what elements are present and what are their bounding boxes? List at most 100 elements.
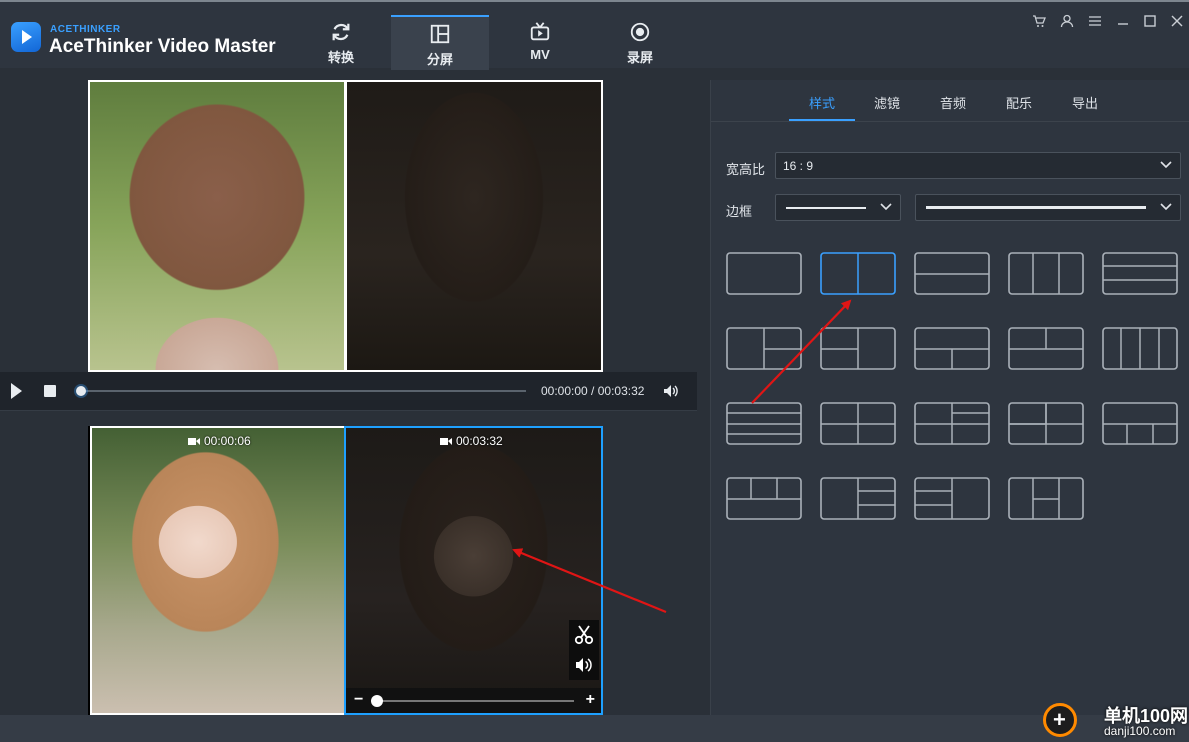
layout-option-3[interactable] — [914, 252, 990, 295]
title-bar: ACETHINKER AceThinker Video Master 转换 分屏 — [0, 0, 1189, 70]
tab-label: MV — [530, 47, 550, 62]
maximize-icon[interactable] — [1143, 14, 1157, 28]
tab-split-screen[interactable]: 分屏 — [391, 15, 489, 70]
layout-option-13[interactable] — [914, 402, 990, 445]
panel-tabs: 样式 滤镜 音频 配乐 导出 — [711, 80, 1189, 122]
split-screen-icon — [430, 24, 450, 44]
minimize-icon[interactable] — [1116, 14, 1130, 28]
panel-tab-style[interactable]: 样式 — [809, 93, 835, 112]
chevron-down-icon — [880, 203, 892, 211]
zoom-in-button[interactable]: + — [586, 692, 595, 708]
cart-icon[interactable] — [1032, 14, 1046, 28]
zoom-handle[interactable] — [371, 695, 383, 707]
panel-tab-music[interactable]: 配乐 — [1006, 93, 1032, 112]
edit-canvas: 00:00:06 00:03:32 − + — [88, 426, 603, 715]
clip-duration-text: 00:00:06 — [204, 434, 251, 448]
layout-option-19[interactable] — [1008, 477, 1084, 520]
playback-bar: 00:00:00 / 00:03:32 — [0, 372, 697, 410]
layout-thumbnail-icon — [726, 327, 802, 370]
layout-option-8[interactable] — [914, 327, 990, 370]
tab-convert[interactable]: 转换 — [292, 15, 390, 70]
play-icon[interactable] — [11, 383, 22, 399]
aspect-ratio-select[interactable]: 16 : 9 — [775, 152, 1181, 179]
layout-option-9[interactable] — [1008, 327, 1084, 370]
menu-icon[interactable] — [1088, 14, 1102, 28]
record-icon — [630, 22, 650, 42]
chevron-down-icon — [1160, 161, 1172, 169]
user-icon[interactable] — [1060, 14, 1074, 28]
layout-thumbnail-icon — [726, 402, 802, 445]
layout-option-16[interactable] — [726, 477, 802, 520]
layout-option-15[interactable] — [1102, 402, 1178, 445]
settings-panel: 样式 滤镜 音频 配乐 导出 宽高比 16 : 9 边框 — [710, 80, 1189, 715]
layout-thumbnail-icon — [1102, 327, 1178, 370]
stop-icon[interactable] — [44, 385, 56, 397]
border-label: 边框 — [726, 204, 753, 219]
layout-option-4[interactable] — [1008, 252, 1084, 295]
brand-name: AceThinker Video Master — [49, 36, 276, 57]
panel-tab-export[interactable]: 导出 — [1072, 93, 1098, 112]
watermark: 单机100网 danji100.com — [1040, 700, 1189, 742]
layout-thumbnail-icon — [1008, 477, 1084, 520]
preview-video-right — [347, 82, 601, 370]
layout-option-6[interactable] — [726, 327, 802, 370]
layout-option-7[interactable] — [820, 327, 896, 370]
tab-mv[interactable]: MV — [491, 15, 589, 70]
layout-thumbnail-icon — [820, 402, 896, 445]
layout-option-18[interactable] — [914, 477, 990, 520]
scissors-icon[interactable] — [569, 620, 599, 650]
volume-icon[interactable] — [662, 383, 678, 399]
camera-icon — [440, 437, 452, 445]
layout-option-12[interactable] — [820, 402, 896, 445]
layout-thumbnail-icon — [726, 252, 802, 295]
layout-option-5[interactable] — [1102, 252, 1178, 295]
progress-handle[interactable] — [76, 386, 86, 396]
zoom-out-button[interactable]: − — [354, 692, 363, 708]
layout-thumbnail-icon — [1102, 402, 1178, 445]
layout-option-2[interactable] — [820, 252, 896, 295]
tv-icon — [530, 22, 550, 41]
panel-tab-audio[interactable]: 音频 — [940, 93, 966, 112]
layout-option-17[interactable] — [820, 477, 896, 520]
clip-toolbar — [569, 620, 599, 680]
brand-small: ACETHINKER — [50, 24, 121, 35]
tab-label: 分屏 — [426, 52, 453, 67]
tab-label: 转换 — [327, 50, 354, 65]
zoom-track[interactable] — [374, 700, 574, 702]
border-style-select[interactable] — [775, 194, 901, 221]
layout-option-14[interactable] — [1008, 402, 1084, 445]
clip-slot-1[interactable]: 00:00:06 — [90, 426, 344, 715]
close-icon[interactable] — [1170, 14, 1184, 28]
layout-thumbnail-icon — [914, 402, 990, 445]
layout-thumbnail-icon — [726, 477, 802, 520]
watermark-logo-icon — [1043, 703, 1077, 737]
clip-duration: 00:03:32 — [440, 434, 503, 448]
layout-thumbnail-icon — [820, 477, 896, 520]
layout-thumbnail-icon — [914, 252, 990, 295]
clip-slot-2[interactable]: 00:03:32 − + — [344, 426, 603, 715]
tab-record[interactable]: 录屏 — [591, 15, 689, 70]
layout-option-1[interactable] — [726, 252, 802, 295]
app-window: ACETHINKER AceThinker Video Master 转换 分屏 — [0, 0, 1189, 742]
layout-thumbnail-icon — [1008, 327, 1084, 370]
watermark-url: danji100.com — [1104, 724, 1176, 738]
layout-option-10[interactable] — [1102, 327, 1178, 370]
clip-duration: 00:00:06 — [188, 434, 251, 448]
layout-option-11[interactable] — [726, 402, 802, 445]
time-readout: 00:00:00 / 00:03:32 — [541, 384, 644, 398]
app-logo-icon — [11, 22, 41, 52]
progress-track[interactable] — [80, 390, 526, 392]
border-width-sample — [926, 206, 1146, 209]
layout-thumbnail-icon — [1102, 252, 1178, 295]
border-style-sample — [786, 207, 866, 209]
aspect-label: 宽高比 — [726, 162, 766, 177]
time-separator: / — [587, 384, 598, 398]
panel-tab-filter[interactable]: 滤镜 — [874, 93, 900, 112]
border-width-select[interactable] — [915, 194, 1181, 221]
clip-duration-text: 00:03:32 — [456, 434, 503, 448]
layout-thumbnail-icon — [820, 327, 896, 370]
layout-thumbnail-icon — [1008, 402, 1084, 445]
volume-icon[interactable] — [569, 650, 599, 680]
preview-video-left — [90, 82, 344, 370]
status-bar — [0, 715, 1189, 742]
